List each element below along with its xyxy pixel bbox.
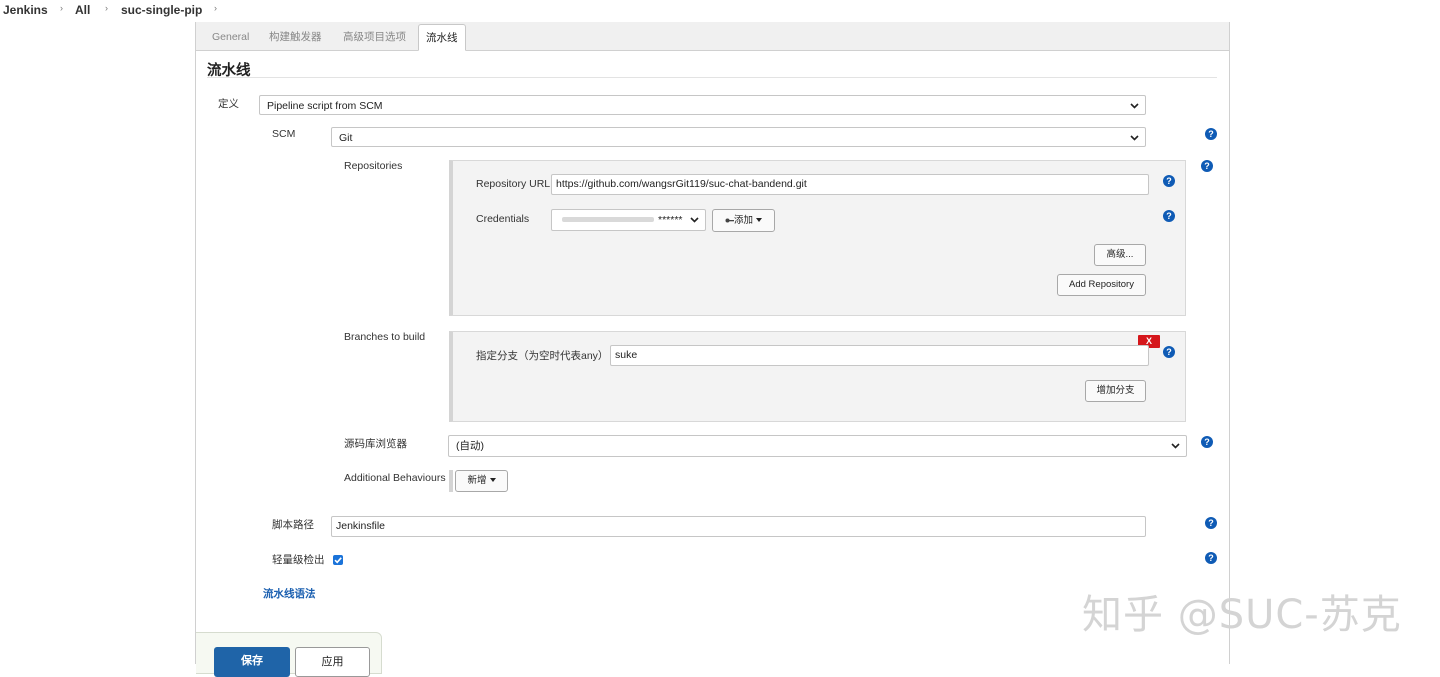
chevron-down-icon xyxy=(1171,443,1180,449)
lightweight-checkbox[interactable] xyxy=(333,555,343,565)
breadcrumb-job[interactable]: suc-single-pip xyxy=(121,3,202,17)
lightweight-label: 轻量级检出 xyxy=(272,554,325,566)
repository-url-help-icon[interactable]: ? xyxy=(1163,175,1175,187)
watermark-text: 知乎 @SUC-苏克 xyxy=(1082,592,1402,638)
script-path-label: 脚本路径 xyxy=(272,519,314,531)
repository-box: Repository URL https://github.com/wangsr… xyxy=(449,160,1186,316)
browser-select[interactable]: (自动) xyxy=(448,435,1187,457)
section-divider xyxy=(207,77,1217,78)
add-repository-button[interactable]: Add Repository xyxy=(1057,274,1146,296)
script-path-input[interactable]: Jenkinsfile xyxy=(331,516,1146,537)
config-panel: General 构建触发器 高级项目选项 流水线 流水线 定义 Pipeline… xyxy=(195,22,1230,677)
branch-spec-help-icon[interactable]: ? xyxy=(1163,346,1175,358)
credentials-masked-value: ****** xyxy=(658,214,683,226)
chevron-down-icon xyxy=(690,217,699,223)
breadcrumb-separator-icon: › xyxy=(60,3,63,13)
pipeline-syntax-link[interactable]: 流水线语法 xyxy=(263,586,316,601)
chevron-down-icon xyxy=(1130,135,1139,141)
lightweight-help-icon[interactable]: ? xyxy=(1205,552,1217,564)
tab-general[interactable]: General xyxy=(205,26,256,49)
tab-bar: General 构建触发器 高级项目选项 流水线 xyxy=(196,22,1229,51)
branch-box: X 指定分支（为空时代表any） suke ? 增加分支 xyxy=(449,331,1186,422)
browser-help-icon[interactable]: ? xyxy=(1201,436,1213,448)
breadcrumb-menu-icon[interactable]: › xyxy=(214,3,217,13)
branch-spec-input[interactable]: suke xyxy=(610,345,1149,366)
add-branch-button[interactable]: 增加分支 xyxy=(1085,380,1146,402)
scm-help-icon[interactable]: ? xyxy=(1205,128,1217,140)
add-behaviour-label: 新增 xyxy=(467,475,487,486)
breadcrumb: Jenkins › All › suc-single-pip › xyxy=(0,0,1440,22)
browser-label: 源码库浏览器 xyxy=(344,438,407,450)
repository-url-input[interactable]: https://github.com/wangsrGit119/suc-chat… xyxy=(551,174,1149,195)
scm-label: SCM xyxy=(272,128,296,140)
checkmark-icon xyxy=(334,557,342,564)
breadcrumb-jenkins[interactable]: Jenkins xyxy=(3,3,48,17)
advanced-button[interactable]: 高级... xyxy=(1094,244,1146,266)
breadcrumb-separator-icon: › xyxy=(105,3,108,13)
repositories-help-icon[interactable]: ? xyxy=(1201,160,1213,172)
definition-label: 定义 xyxy=(218,98,239,110)
repository-url-label: Repository URL xyxy=(476,178,551,190)
behaviours-label: Additional Behaviours xyxy=(344,472,446,484)
repositories-label: Repositories xyxy=(344,160,403,172)
script-path-help-icon[interactable]: ? xyxy=(1205,517,1217,529)
branch-spec-label: 指定分支（为空时代表any） xyxy=(476,350,609,362)
definition-select[interactable]: Pipeline script from SCM xyxy=(259,95,1146,115)
add-behaviour-button[interactable]: 新增 xyxy=(455,470,508,492)
caret-down-icon xyxy=(489,478,496,483)
add-credentials-button[interactable]: 添加 xyxy=(712,209,775,232)
save-button[interactable]: 保存 xyxy=(214,647,290,677)
browser-value: (自动) xyxy=(456,440,484,452)
scm-value: Git xyxy=(339,132,353,144)
chevron-down-icon xyxy=(1130,103,1139,109)
key-icon xyxy=(725,218,734,223)
credentials-label: Credentials xyxy=(476,213,530,225)
scm-select[interactable]: Git xyxy=(331,127,1146,147)
caret-down-icon xyxy=(756,218,762,223)
tab-build-triggers[interactable]: 构建触发器 xyxy=(262,26,329,49)
credentials-select[interactable]: ****** xyxy=(551,209,706,231)
breadcrumb-all[interactable]: All xyxy=(75,3,90,17)
definition-value: Pipeline script from SCM xyxy=(267,100,383,112)
credentials-help-icon[interactable]: ? xyxy=(1163,210,1175,222)
tab-advanced-options[interactable]: 高级项目选项 xyxy=(336,26,413,49)
branches-label: Branches to build xyxy=(344,331,426,343)
behaviours-bar xyxy=(449,470,453,492)
add-credentials-label: 添加 xyxy=(733,215,753,226)
tab-pipeline[interactable]: 流水线 xyxy=(418,24,466,51)
apply-button[interactable]: 应用 xyxy=(295,647,370,677)
